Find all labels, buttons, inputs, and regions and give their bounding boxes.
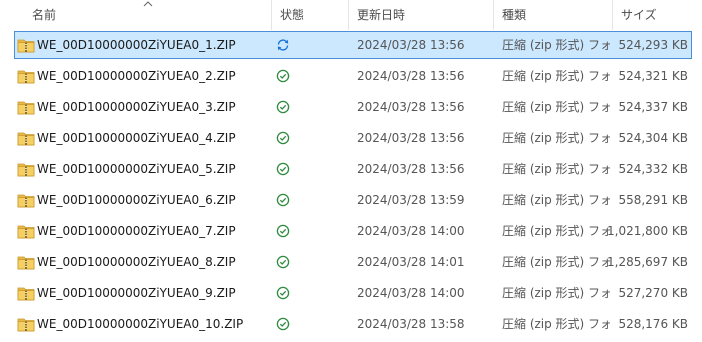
check-circle-icon bbox=[276, 131, 290, 145]
file-size: 524,304 KB bbox=[618, 131, 688, 145]
file-modified-date: 2024/03/28 13:59 bbox=[357, 193, 465, 207]
file-modified-date: 2024/03/28 13:56 bbox=[357, 131, 465, 145]
file-modified-date: 2024/03/28 14:00 bbox=[357, 224, 465, 238]
file-row[interactable]: WE_00D10000000ZiYUEA0_3.ZIP 2024/03/28 13… bbox=[14, 93, 692, 121]
file-modified-date: 2024/03/28 13:56 bbox=[357, 69, 465, 83]
file-size: 524,337 KB bbox=[618, 100, 688, 114]
file-row[interactable]: WE_00D10000000ZiYUEA0_1.ZIP 2024/03/28 13… bbox=[14, 31, 692, 59]
file-size: 524,293 KB bbox=[618, 38, 688, 52]
file-type: 圧縮 (zip 形式) フォ... bbox=[502, 100, 610, 114]
file-size: 524,332 KB bbox=[618, 162, 688, 176]
column-header-name[interactable]: 名前 bbox=[24, 0, 270, 30]
file-type: 圧縮 (zip 形式) フォ... bbox=[502, 131, 610, 145]
zip-folder-icon bbox=[17, 161, 35, 177]
column-header-date[interactable]: 更新日時 bbox=[349, 0, 489, 30]
file-type: 圧縮 (zip 形式) フォ... bbox=[502, 38, 610, 52]
check-circle-icon bbox=[276, 255, 290, 269]
zip-folder-icon bbox=[17, 223, 35, 239]
file-name[interactable]: WE_00D10000000ZiYUEA0_5.ZIP bbox=[37, 156, 287, 182]
column-header: 名前 状態 更新日時 種類 サイズ bbox=[0, 0, 702, 30]
file-row[interactable]: WE_00D10000000ZiYUEA0_10.ZIP 2024/03/28 1… bbox=[14, 310, 692, 338]
check-circle-icon bbox=[276, 69, 290, 83]
file-type: 圧縮 (zip 形式) フォ... bbox=[502, 286, 610, 300]
check-circle-icon bbox=[276, 100, 290, 114]
column-header-size[interactable]: サイズ bbox=[613, 0, 701, 30]
check-circle-icon bbox=[276, 224, 290, 238]
file-name[interactable]: WE_00D10000000ZiYUEA0_6.ZIP bbox=[37, 187, 287, 213]
file-type: 圧縮 (zip 形式) フォ... bbox=[502, 224, 610, 238]
file-name[interactable]: WE_00D10000000ZiYUEA0_10.ZIP bbox=[37, 311, 287, 337]
file-type: 圧縮 (zip 形式) フォ... bbox=[502, 317, 610, 331]
zip-folder-icon bbox=[17, 37, 35, 53]
file-row[interactable]: WE_00D10000000ZiYUEA0_5.ZIP 2024/03/28 13… bbox=[14, 155, 692, 183]
file-row[interactable]: WE_00D10000000ZiYUEA0_9.ZIP 2024/03/28 14… bbox=[14, 279, 692, 307]
check-circle-icon bbox=[276, 286, 290, 300]
column-header-type[interactable]: 種類 bbox=[494, 0, 612, 30]
file-type: 圧縮 (zip 形式) フォ... bbox=[502, 162, 610, 176]
zip-folder-icon bbox=[17, 285, 35, 301]
file-modified-date: 2024/03/28 13:56 bbox=[357, 162, 465, 176]
file-name[interactable]: WE_00D10000000ZiYUEA0_2.ZIP bbox=[37, 63, 287, 89]
file-name[interactable]: WE_00D10000000ZiYUEA0_7.ZIP bbox=[37, 218, 287, 244]
file-row[interactable]: WE_00D10000000ZiYUEA0_6.ZIP 2024/03/28 13… bbox=[14, 186, 692, 214]
file-row[interactable]: WE_00D10000000ZiYUEA0_4.ZIP 2024/03/28 13… bbox=[14, 124, 692, 152]
zip-folder-icon bbox=[17, 130, 35, 146]
zip-folder-icon bbox=[17, 254, 35, 270]
file-size: 527,270 KB bbox=[618, 286, 688, 300]
file-name[interactable]: WE_00D10000000ZiYUEA0_9.ZIP bbox=[37, 280, 287, 306]
zip-folder-icon bbox=[17, 316, 35, 332]
file-type: 圧縮 (zip 形式) フォ... bbox=[502, 255, 610, 269]
file-size: 528,176 KB bbox=[618, 317, 688, 331]
file-row[interactable]: WE_00D10000000ZiYUEA0_2.ZIP 2024/03/28 13… bbox=[14, 62, 692, 90]
file-name[interactable]: WE_00D10000000ZiYUEA0_4.ZIP bbox=[37, 125, 287, 151]
zip-folder-icon bbox=[17, 99, 35, 115]
file-modified-date: 2024/03/28 13:56 bbox=[357, 100, 465, 114]
sync-icon bbox=[276, 38, 290, 52]
zip-folder-icon bbox=[17, 192, 35, 208]
file-modified-date: 2024/03/28 13:58 bbox=[357, 317, 465, 331]
file-type: 圧縮 (zip 形式) フォ... bbox=[502, 69, 610, 83]
file-row[interactable]: WE_00D10000000ZiYUEA0_7.ZIP 2024/03/28 14… bbox=[14, 217, 692, 245]
file-size: 524,321 KB bbox=[618, 69, 688, 83]
file-modified-date: 2024/03/28 14:01 bbox=[357, 255, 465, 269]
check-circle-icon bbox=[276, 317, 290, 331]
file-name[interactable]: WE_00D10000000ZiYUEA0_1.ZIP bbox=[37, 32, 287, 58]
file-row[interactable]: WE_00D10000000ZiYUEA0_8.ZIP 2024/03/28 14… bbox=[14, 248, 692, 276]
zip-folder-icon bbox=[17, 68, 35, 84]
column-header-status[interactable]: 状態 bbox=[272, 0, 348, 30]
file-modified-date: 2024/03/28 13:56 bbox=[357, 38, 465, 52]
file-modified-date: 2024/03/28 14:00 bbox=[357, 286, 465, 300]
check-circle-icon bbox=[276, 162, 290, 176]
file-name[interactable]: WE_00D10000000ZiYUEA0_3.ZIP bbox=[37, 94, 287, 120]
file-size: 1,285,697 KB bbox=[607, 255, 688, 269]
check-circle-icon bbox=[276, 193, 290, 207]
file-name[interactable]: WE_00D10000000ZiYUEA0_8.ZIP bbox=[37, 249, 287, 275]
file-size: 558,291 KB bbox=[618, 193, 688, 207]
file-type: 圧縮 (zip 形式) フォ... bbox=[502, 193, 610, 207]
file-size: 1,021,800 KB bbox=[607, 224, 688, 238]
